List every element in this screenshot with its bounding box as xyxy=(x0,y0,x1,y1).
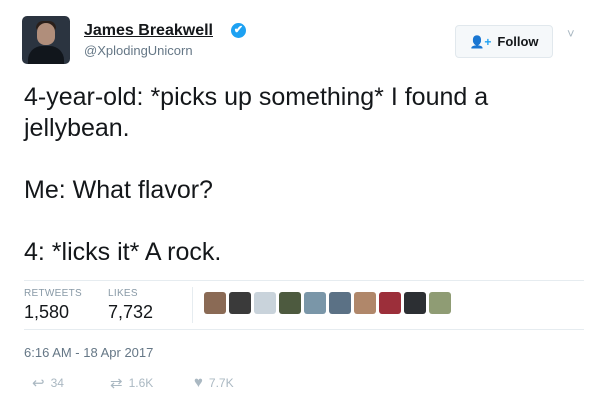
retweet-count: 1.6K xyxy=(128,376,154,390)
divider xyxy=(24,280,584,281)
verified-badge-icon: ✔ xyxy=(231,23,246,38)
reply-button[interactable]: ↩ 34 xyxy=(32,374,64,392)
tweet-line: 4: *licks it* A rock. xyxy=(24,238,222,266)
reply-icon: ↩ xyxy=(32,375,45,392)
liker-avatar[interactable] xyxy=(404,292,426,314)
author-handle[interactable]: @XplodingUnicorn xyxy=(84,43,193,58)
add-user-icon: 👤+ xyxy=(469,34,492,49)
follow-button-label: Follow xyxy=(497,34,539,49)
follow-button[interactable]: 👤+ Follow xyxy=(455,25,553,58)
tweet-line: Me: What flavor? xyxy=(24,176,213,204)
retweet-icon: ⇄ xyxy=(110,375,123,392)
reply-count: 34 xyxy=(50,376,64,390)
tweet-text: 4-year-old: *picks up something* I found… xyxy=(24,82,584,268)
avatar-body xyxy=(28,46,64,64)
divider xyxy=(24,329,584,330)
liker-avatar[interactable] xyxy=(379,292,401,314)
likes-label[interactable]: LIKES xyxy=(108,288,138,299)
retweets-label[interactable]: RETWEETS xyxy=(24,288,82,299)
liker-avatar[interactable] xyxy=(279,292,301,314)
retweet-button[interactable]: ⇄ 1.6K xyxy=(110,374,153,392)
likes-count[interactable]: 7,732 xyxy=(108,302,153,323)
heart-icon: ♥ xyxy=(194,374,203,391)
liker-avatar[interactable] xyxy=(229,292,251,314)
tweet-timestamp[interactable]: 6:16 AM - 18 Apr 2017 xyxy=(24,345,153,360)
liker-avatar[interactable] xyxy=(204,292,226,314)
liker-avatar[interactable] xyxy=(304,292,326,314)
more-options-chevron-icon[interactable]: ˅ xyxy=(567,26,575,41)
tweet-line: 4-year-old: *picks up something* I found… xyxy=(24,83,489,111)
liker-avatar[interactable] xyxy=(429,292,451,314)
like-button[interactable]: ♥ 7.7K xyxy=(194,374,234,391)
like-count: 7.7K xyxy=(208,375,234,390)
liker-avatar[interactable] xyxy=(329,292,351,314)
liker-avatar[interactable] xyxy=(354,292,376,314)
liker-avatars xyxy=(204,292,451,314)
stats-divider xyxy=(192,287,193,323)
author-name[interactable]: James Breakwell xyxy=(84,22,213,40)
liker-avatar[interactable] xyxy=(254,292,276,314)
avatar-face xyxy=(37,23,55,45)
author-avatar[interactable] xyxy=(22,16,70,64)
tweet-line: jellybean. xyxy=(24,114,130,142)
retweets-count[interactable]: 1,580 xyxy=(24,302,69,323)
